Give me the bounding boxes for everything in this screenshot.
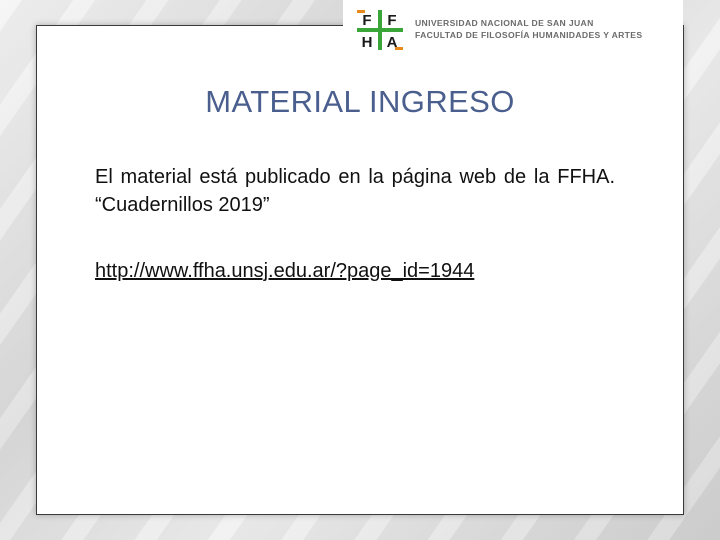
slide-body-text: El material está publicado en la página … (95, 166, 615, 216)
logo-letter-2: F (387, 12, 396, 29)
logo-letter-1: F (362, 12, 371, 29)
institution-line-1: UNIVERSIDAD NACIONAL DE SAN JUAN (415, 18, 594, 28)
logo-letter-3: H (362, 34, 373, 50)
logo-letter-4: A (387, 34, 398, 50)
institution-name: UNIVERSIDAD NACIONAL DE SAN JUAN FACULTA… (415, 17, 642, 41)
institution-logo: F F H A UNIVERSIDAD NACIONAL DE SAN JUAN… (343, 0, 683, 60)
institution-line-2: FACULTAD DE FILOSOFÍA HUMANIDADES Y ARTE… (415, 30, 643, 40)
ffha-logo-icon: F F H A (357, 10, 403, 50)
material-link[interactable]: http://www.ffha.unsj.edu.ar/?page_id=194… (95, 260, 474, 283)
slide-title: MATERIAL INGRESO (205, 84, 515, 119)
